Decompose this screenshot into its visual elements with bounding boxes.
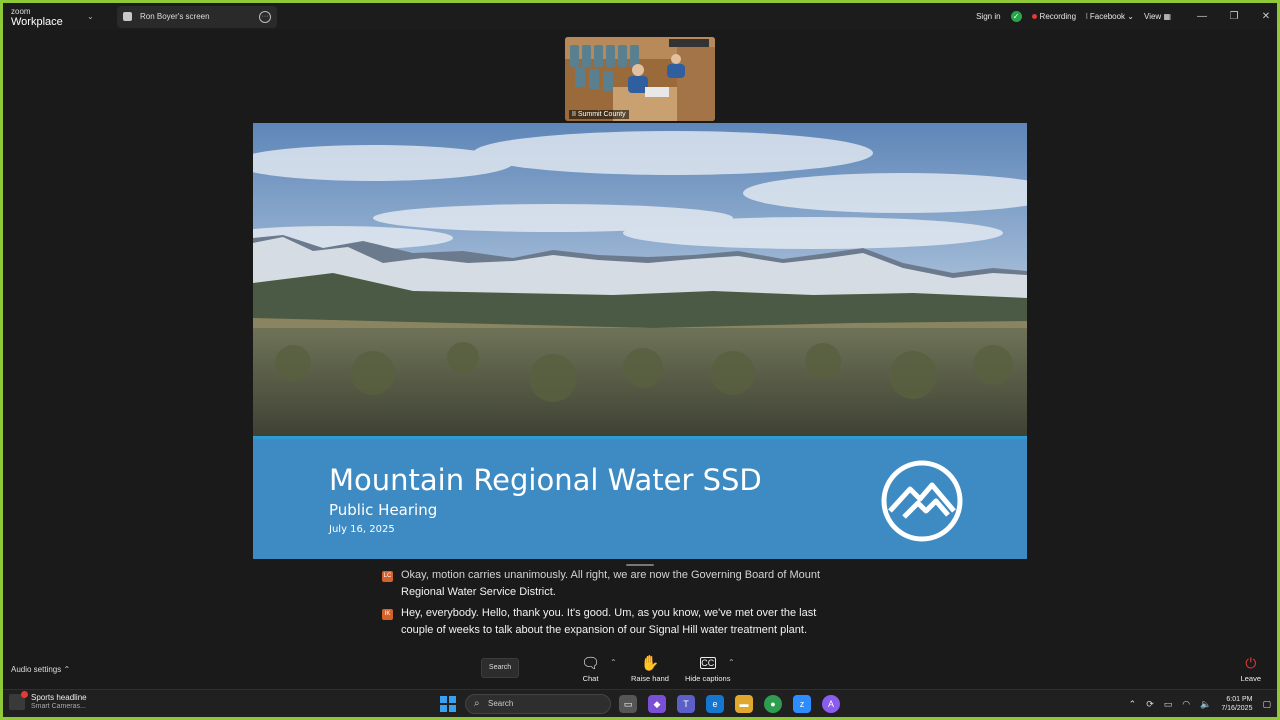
more-options-icon[interactable]: ···	[259, 10, 271, 23]
close-button[interactable]: ✕	[1255, 11, 1277, 22]
livestream-facebook[interactable]: ⦚ Facebook ⌄	[1086, 12, 1134, 22]
minimize-button[interactable]: —	[1191, 11, 1213, 22]
shield-check-icon[interactable]: ✓	[1010, 11, 1022, 22]
leave-icon: ⏻	[1245, 655, 1257, 671]
view-button[interactable]: View ▦	[1144, 12, 1171, 21]
caption-line: Hey, everybody. Hello, thank you. It's g…	[401, 607, 817, 619]
chat-label: Chat	[582, 674, 599, 683]
audio-settings-button[interactable]: Audio settings ⌃	[11, 665, 70, 674]
news-widget[interactable]: Sports headline Smart Cameras...	[9, 691, 87, 711]
chat-icon: 🗨	[581, 655, 601, 672]
caption-line: couple of weeks to talk about the expans…	[401, 624, 808, 636]
search-placeholder: Search	[488, 699, 514, 708]
volume-icon[interactable]: 🔈	[1200, 699, 1211, 710]
hide-captions-label: Hide captions	[685, 674, 731, 683]
caption-line: Okay, motion carries unanimously. All ri…	[401, 569, 821, 581]
notification-badge	[21, 691, 28, 698]
title-band: Mountain Regional Water SSD Public Heari…	[253, 436, 1027, 559]
grid-icon: ▦	[1163, 12, 1171, 21]
search-icon: ⌕	[474, 698, 480, 709]
task-view-icon[interactable]: ▭	[619, 695, 637, 713]
slide-date: July 16, 2025	[329, 524, 395, 535]
closed-captions-icon: CC	[699, 657, 716, 669]
participant-video-thumbnail[interactable]: II Summit County	[565, 37, 715, 121]
notifications-icon[interactable]: ▢	[1262, 699, 1271, 710]
news-title: Sports headline	[31, 693, 87, 702]
windows-taskbar: Sports headline Smart Cameras... ⌕ Searc…	[3, 689, 1277, 717]
sync-icon[interactable]: ⟳	[1146, 699, 1154, 710]
raise-hand-label: Raise hand	[631, 674, 669, 683]
file-explorer-icon[interactable]: ▬	[735, 695, 753, 713]
recording-indicator[interactable]: Recording	[1031, 12, 1077, 21]
taskbar-clock[interactable]: 6:01 PM 7/16/2025	[1221, 695, 1252, 713]
sign-in-link[interactable]: Sign in	[976, 12, 1000, 21]
chevron-up-icon[interactable]: ⌃	[610, 658, 617, 667]
title-bar-right: Sign in ✓ Recording ⦚ Facebook ⌄ View ▦ …	[976, 3, 1277, 30]
audio-settings-label: Audio settings	[11, 665, 62, 674]
captions-panel: LC Okay, motion carries unanimously. All…	[380, 566, 900, 646]
caption-line: Regional Water Service District.	[401, 586, 556, 598]
speaker-avatar: IK	[382, 609, 393, 620]
view-label: View	[1144, 12, 1162, 21]
chevron-up-icon: ⌃	[63, 665, 71, 674]
chevron-down-icon: ⌄	[1127, 11, 1134, 21]
edge-icon[interactable]: e	[706, 695, 724, 713]
taskbar-search-box[interactable]: ⌕ Search	[465, 694, 611, 714]
chevron-down-icon[interactable]: ⌄	[87, 12, 99, 21]
tab-label: Ron Boyer's screen	[140, 12, 210, 21]
clock-time: 6:01 PM	[1226, 696, 1253, 703]
windows-start-icon[interactable]	[440, 696, 456, 712]
chrome-icon[interactable]: ●	[764, 695, 782, 713]
recording-label: Recording	[1039, 12, 1077, 21]
mountain-landscape-photo	[253, 123, 1027, 436]
caption-entry: IK Hey, everybody. Hello, thank you. It'…	[380, 605, 900, 639]
chevron-up-icon[interactable]: ⌃	[728, 658, 735, 667]
record-dot-icon	[1031, 14, 1037, 20]
chevron-up-icon[interactable]: ⌃	[1129, 699, 1137, 710]
screen-icon	[123, 12, 132, 21]
title-bar: zoom Workplace ⌄ Ron Boyer's screen ··· …	[3, 3, 1277, 30]
mountain-logo-icon	[881, 460, 963, 542]
copilot-icon[interactable]: ◆	[648, 695, 666, 713]
news-icon	[9, 691, 28, 710]
restore-button[interactable]: ❐	[1223, 11, 1245, 22]
shared-slide: Mountain Regional Water SSD Public Heari…	[253, 123, 1027, 559]
hand-icon: ✋	[640, 655, 660, 672]
slide-subtitle: Public Hearing	[329, 501, 438, 519]
teams-icon[interactable]: T	[677, 695, 695, 713]
search-button[interactable]: Search	[481, 658, 519, 678]
leave-button[interactable]: ⏻ Leave	[1241, 655, 1261, 683]
raise-hand-button[interactable]: ✋ Raise hand	[631, 655, 669, 683]
zoom-icon[interactable]: z	[793, 695, 811, 713]
leave-label: Leave	[1240, 674, 1261, 683]
app-icon[interactable]: A	[822, 695, 840, 713]
meeting-toolbar: Audio settings ⌃ Search 🗨 Chat ⌃ ✋ Raise…	[3, 650, 1277, 688]
display-icon[interactable]: ▭	[1164, 699, 1173, 710]
participant-name-label: II Summit County	[569, 110, 629, 119]
speaker-avatar: LC	[382, 571, 393, 582]
facebook-label: Facebook	[1089, 11, 1126, 21]
chat-button[interactable]: 🗨 Chat	[581, 655, 600, 683]
tab-shared-screen[interactable]: Ron Boyer's screen	[117, 5, 277, 28]
caption-entry: LC Okay, motion carries unanimously. All…	[380, 567, 900, 601]
hide-captions-button[interactable]: CC Hide captions	[685, 655, 730, 683]
wifi-icon[interactable]: ◠	[1182, 699, 1190, 710]
clock-date: 7/16/2025	[1221, 705, 1253, 712]
council-room-video	[565, 37, 715, 121]
news-subtitle: Smart Cameras...	[31, 703, 86, 710]
system-tray: ⌃ ⟳ ▭ ◠ 🔈 6:01 PM 7/16/2025 ▢	[1119, 690, 1271, 718]
slide-title: Mountain Regional Water SSD	[329, 463, 762, 497]
